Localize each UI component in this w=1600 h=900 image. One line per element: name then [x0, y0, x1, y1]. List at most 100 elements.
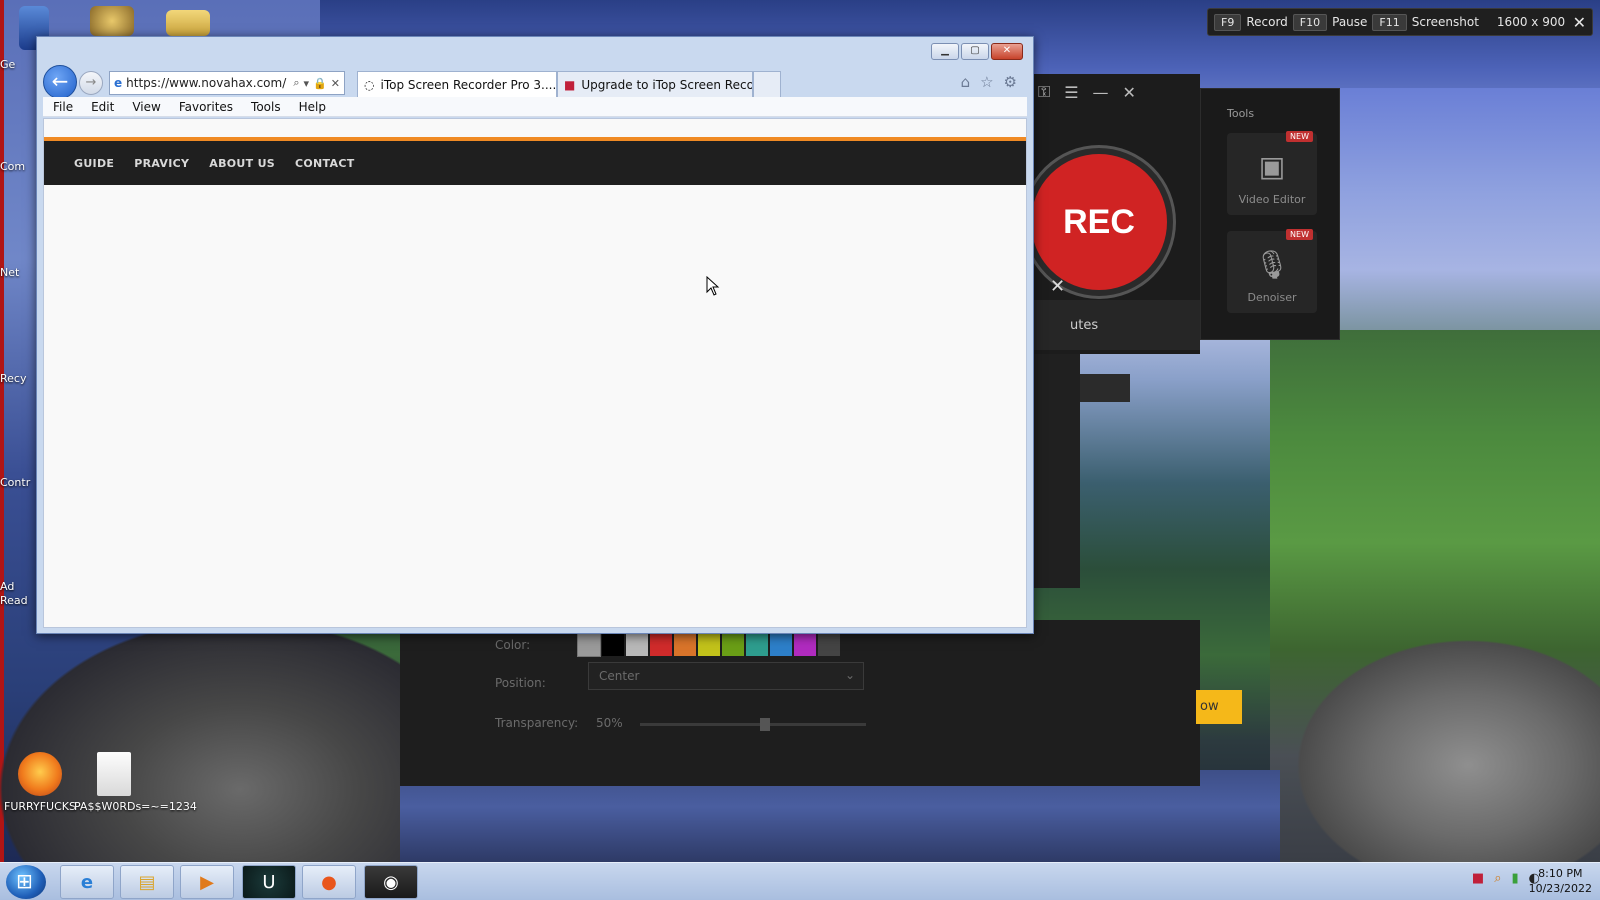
menu-view[interactable]: View [132, 100, 160, 114]
menu-edit[interactable]: Edit [91, 100, 114, 114]
recorder-shortcut-bar: F9 Record F10 Pause F11 Screenshot 1600 … [1207, 8, 1593, 36]
transparency-value: 50% [596, 716, 623, 730]
taskbar-recorder-icon[interactable]: ◉ [364, 865, 418, 899]
tab-upgrade[interactable]: ■ Upgrade to iTop Screen Recor... [557, 71, 753, 97]
screenshot-key: F11 [1372, 13, 1407, 31]
position-select[interactable]: Center ⌄ [588, 662, 864, 690]
color-swatch[interactable] [602, 634, 624, 656]
taskbar-u-app-icon[interactable]: U [242, 865, 296, 899]
home-icon[interactable]: ⌂ [961, 73, 971, 91]
menu-icon[interactable]: ☰ [1064, 83, 1078, 102]
window-controls: ▁ ▢ ✕ [931, 43, 1023, 60]
record-label[interactable]: Record [1246, 15, 1287, 29]
color-swatch[interactable] [577, 633, 601, 657]
taskbar-folder-icon[interactable]: ▤ [120, 865, 174, 899]
taskbar-ie-icon[interactable]: e [60, 865, 114, 899]
hex-editor-icon [166, 10, 210, 36]
forward-button[interactable]: → [79, 71, 103, 95]
loading-icon: ◌ [364, 77, 375, 92]
desktop-icon-label: PA$$W0RDs=~=1234 [74, 800, 197, 813]
color-swatch[interactable] [650, 634, 672, 656]
tray-network-icon[interactable]: ▮ [1512, 871, 1519, 886]
side-label-0: Ge [0, 58, 16, 71]
address-bar[interactable]: e https://www.novahax.com/ ⌕ ▾ 🔒 ✕ [109, 71, 345, 95]
close-button[interactable]: ✕ [991, 43, 1023, 60]
color-label: Color: [495, 638, 531, 652]
mouse-cursor-icon [706, 276, 720, 296]
taskbar-firefox-icon[interactable]: ● [302, 865, 356, 899]
color-swatch[interactable] [722, 634, 744, 656]
color-swatch[interactable] [698, 634, 720, 656]
watermark-settings: Color: Position: Center ⌄ Transparency: … [400, 620, 1200, 786]
taskbar: e ▤ ▶ U ● ◉ ■ ⌕ ▮ ◐ 8:10 PM 10/23/2022 [0, 862, 1600, 900]
taskbar-media-player-icon[interactable]: ▶ [180, 865, 234, 899]
tray-recorder-icon[interactable]: ■ [1472, 871, 1484, 886]
menu-tools[interactable]: Tools [251, 100, 281, 114]
desktop-icon-label: FURRYFUCKS [4, 800, 76, 813]
stop-icon[interactable]: ✕ [331, 77, 340, 90]
tool-video-editor[interactable]: NEW ▣ Video Editor [1227, 131, 1317, 215]
nav-privacy[interactable]: PRAVICY [134, 157, 189, 170]
start-button[interactable] [6, 865, 46, 899]
key-icon[interactable]: ⚿ [1038, 82, 1050, 102]
back-button[interactable]: ← [43, 65, 77, 99]
itop-minutes-text: utes [1070, 318, 1099, 333]
favorites-star-icon[interactable]: ☆ [980, 73, 993, 91]
rec-button[interactable]: REC [1025, 148, 1173, 296]
nav-guide[interactable]: GUIDE [74, 157, 114, 170]
position-label: Position: [495, 676, 546, 690]
site-navigation: GUIDE PRAVICY ABOUT US CONTACT [44, 141, 1026, 185]
tray-search-icon[interactable]: ⌕ [1494, 871, 1501, 886]
minimize-button[interactable]: ▁ [931, 43, 959, 60]
nav-about-us[interactable]: ABOUT US [209, 157, 275, 170]
gear-icon[interactable]: ⚙ [1004, 73, 1017, 91]
wallpaper-rock-right [1270, 620, 1600, 862]
color-swatch[interactable] [770, 634, 792, 656]
color-swatch[interactable] [626, 634, 648, 656]
desktop-icon-textfile[interactable]: PA$$W0RDs=~=1234 [74, 752, 197, 813]
color-swatch[interactable] [674, 634, 696, 656]
url-text[interactable]: https://www.novahax.com/ [126, 76, 289, 90]
pause-label[interactable]: Pause [1332, 15, 1367, 29]
side-label-2: Net [0, 266, 20, 279]
itop-tools-panel: Tools NEW ▣ Video Editor NEW 🎙 Denoiser [1200, 88, 1340, 340]
screenshot-label[interactable]: Screenshot [1412, 15, 1479, 29]
color-swatch[interactable] [746, 634, 768, 656]
tab-itop-pro[interactable]: ◌ iTop Screen Recorder Pro 3.... ✕ [357, 71, 557, 97]
lock-icon[interactable]: 🔒 [313, 77, 327, 90]
taskbar-clock[interactable]: 8:10 PM 10/23/2022 [1529, 866, 1592, 896]
game-icon [90, 6, 134, 36]
page-viewport: GUIDE PRAVICY ABOUT US CONTACT [43, 118, 1027, 628]
dropdown-icon[interactable]: ▾ [304, 77, 310, 90]
close-icon[interactable]: ✕ [1573, 13, 1586, 32]
desktop-icon-firefox[interactable]: FURRYFUCKS [0, 752, 80, 813]
menu-file[interactable]: File [53, 100, 73, 114]
side-label-6: Read [0, 594, 28, 607]
new-tab-button[interactable] [753, 71, 781, 97]
color-swatch[interactable] [818, 634, 840, 656]
desktop-icon-game[interactable] [88, 6, 136, 40]
slider-thumb[interactable] [760, 718, 770, 731]
nav-contact[interactable]: CONTACT [295, 157, 354, 170]
color-swatch[interactable] [794, 634, 816, 656]
transparency-slider[interactable] [640, 718, 866, 731]
clock-date: 10/23/2022 [1528, 882, 1592, 895]
search-icon[interactable]: ⌕ [293, 76, 299, 90]
close-icon[interactable]: ✕ [1123, 83, 1136, 102]
tab-label: Upgrade to iTop Screen Recor... [581, 77, 753, 92]
minimize-icon[interactable]: — [1093, 83, 1109, 102]
position-value: Center [599, 669, 640, 683]
upgrade-now-button[interactable]: ow [1196, 690, 1242, 724]
film-edit-icon: ▣ [1258, 150, 1286, 183]
side-label-4: Contr [0, 476, 31, 489]
navigation-row: ← → e https://www.novahax.com/ ⌕ ▾ 🔒 ✕ ◌… [43, 63, 1023, 99]
dialog-close-icon[interactable]: ✕ [1050, 276, 1065, 297]
maximize-button[interactable]: ▢ [961, 43, 989, 60]
tab-label: iTop Screen Recorder Pro 3.... [380, 77, 557, 92]
menu-favorites[interactable]: Favorites [179, 100, 233, 114]
mic-icon: 🎙 [1254, 248, 1290, 281]
tool-denoiser[interactable]: NEW 🎙 Denoiser [1227, 229, 1317, 313]
firefox-icon [18, 752, 62, 796]
menu-help[interactable]: Help [299, 100, 326, 114]
chevron-down-icon: ⌄ [844, 668, 855, 682]
